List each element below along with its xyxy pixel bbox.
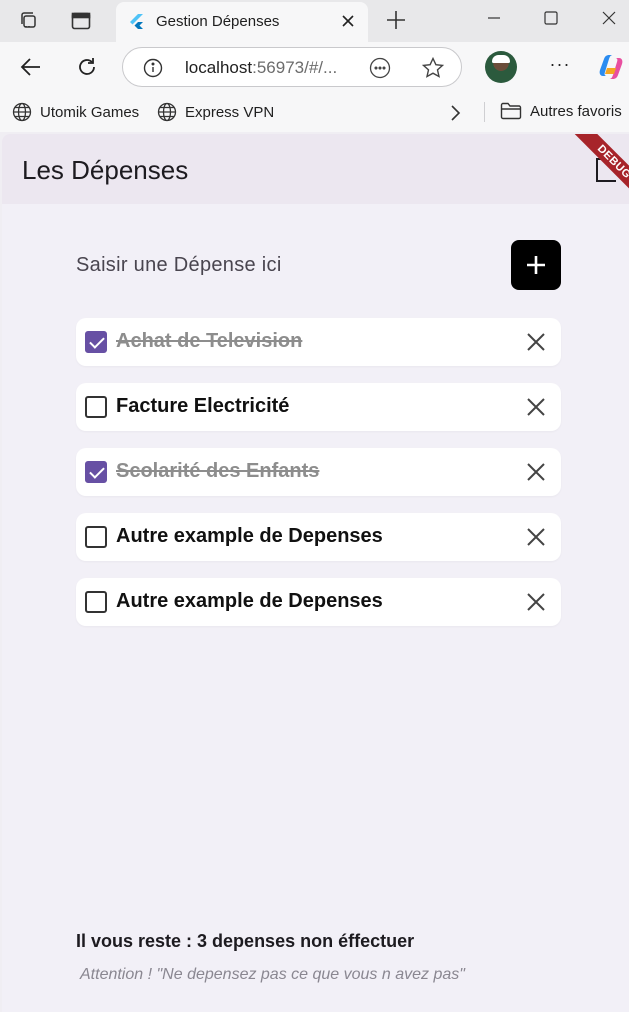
favorite-label: Autres favoris [530,102,622,120]
profile-avatar[interactable] [485,51,517,83]
delete-icon[interactable] [525,526,547,548]
delete-icon[interactable] [525,591,547,613]
workspaces-icon[interactable] [16,8,42,34]
more-options-icon[interactable] [369,57,391,79]
expense-item: Achat de Television [76,318,561,366]
active-tab[interactable]: Gestion Dépenses [116,2,368,42]
favorite-label: Express VPN [185,103,275,121]
delete-icon[interactable] [525,396,547,418]
warning-quote: Attention ! "Ne depensez pas ce que vous… [80,966,465,983]
back-icon[interactable] [18,54,44,80]
site-info-icon[interactable] [143,58,163,78]
expense-label: Autre example de Depenses [116,525,383,547]
add-expense-button[interactable] [511,240,561,290]
delete-icon[interactable] [525,331,547,353]
expense-checkbox[interactable] [85,396,107,418]
favorite-star-icon[interactable] [421,56,445,80]
remaining-count: Il vous reste : 3 depenses non éffectuer [76,931,415,951]
expense-item: Autre example de Depenses [76,513,561,561]
expense-label: Autre example de Depenses [116,590,383,612]
browser-tabbar: Gestion Dépenses [0,0,629,42]
expense-checkbox[interactable] [85,526,107,548]
favorite-utomik[interactable]: Utomik Games [12,102,139,122]
url-text: localhost:56973/#/... [185,58,338,77]
browser-menu-icon[interactable]: ··· [548,54,572,78]
tab-close-icon[interactable] [338,11,358,31]
globe-icon [12,102,32,122]
vertical-tabs-icon[interactable] [68,8,94,34]
expense-checkbox[interactable] [85,331,107,353]
favorite-label: Utomik Games [40,103,140,121]
new-tab-icon[interactable] [384,8,408,32]
browser-toolbar: localhost:56973/#/... [0,42,629,92]
favorites-divider [484,102,485,122]
minimize-icon[interactable] [480,6,508,30]
reload-icon[interactable] [74,54,100,80]
expense-label: Facture Electricité [116,395,290,417]
expense-label: Achat de Television [116,330,303,352]
expense-input[interactable]: Saisir une Dépense ici [76,254,282,277]
globe-icon [157,102,177,122]
tab-title: Gestion Dépenses [156,13,280,30]
app-bar: Les Dépenses [2,134,629,204]
favorite-expressvpn[interactable]: Express VPN [157,102,274,122]
expense-item: Facture Electricité [76,383,561,431]
favorites-bar: Utomik Games Express VPN Autres favoris [0,92,629,132]
copilot-icon[interactable] [597,54,625,80]
expense-checkbox[interactable] [85,591,107,613]
folder-icon [500,102,522,120]
favorite-other-folder[interactable]: Autres favoris [500,102,622,120]
chevron-right-icon[interactable] [446,104,464,122]
expense-item: Scolarité des Enfants [76,448,561,496]
flutter-favicon-icon [130,14,143,29]
maximize-icon[interactable] [537,6,565,30]
expense-item: Autre example de Depenses [76,578,561,626]
address-bar[interactable]: localhost:56973/#/... [122,47,462,87]
delete-icon[interactable] [525,461,547,483]
page-title: Les Dépenses [22,155,189,185]
expense-checkbox[interactable] [85,461,107,483]
app-viewport: Les Dépenses DEBUG Saisir une Dépense ic… [2,134,629,1012]
expense-label: Scolarité des Enfants [116,460,320,482]
plus-icon [527,256,545,274]
window-close-icon[interactable] [595,6,623,30]
